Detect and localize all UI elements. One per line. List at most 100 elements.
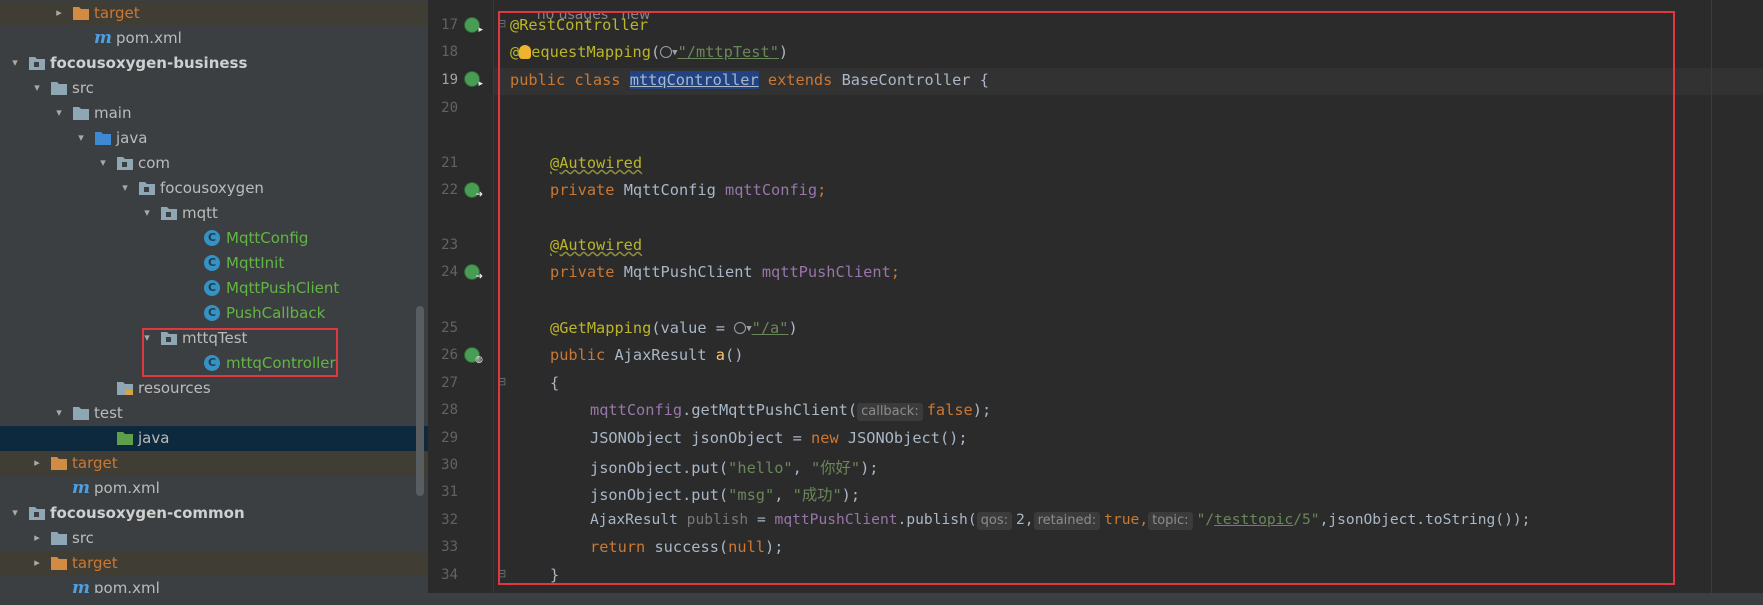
line-number: 29 — [441, 430, 458, 446]
fold-marker-icon[interactable]: ⊟ — [497, 568, 506, 579]
code-line-25: @GetMapping(value = ▼"/a") — [550, 319, 798, 337]
chevron-down-icon[interactable]: ▾ — [8, 504, 22, 522]
fold-marker-icon[interactable]: ⊟ — [497, 18, 506, 29]
tree-item[interactable]: java — [0, 426, 428, 451]
tree-item[interactable]: resources — [0, 376, 428, 401]
chevron-down-icon[interactable]: ▾ — [52, 104, 66, 122]
tree-item[interactable]: ▸ src — [0, 526, 428, 551]
spring-bean-gutter-icon[interactable]: ▸ — [464, 17, 483, 35]
tree-item-label: MqttInit — [226, 254, 285, 272]
parameter-hint: retained: — [1033, 512, 1101, 530]
tree-item[interactable]: ▾ src — [0, 76, 428, 101]
line-number: 33 — [441, 539, 458, 555]
line-number: 28 — [441, 402, 458, 418]
code-line-34: } — [550, 566, 560, 584]
class-name-selection[interactable]: mttqController — [629, 71, 759, 89]
excluded-folder-icon — [50, 455, 68, 471]
module-icon — [28, 55, 46, 71]
parameter-hint: qos: — [976, 512, 1012, 530]
tree-item[interactable]: ▾ mqtt — [0, 201, 428, 226]
tree-item[interactable]: m pom.xml — [0, 476, 428, 501]
class-icon: C — [204, 230, 220, 246]
maven-icon: m — [72, 478, 90, 498]
topic-link[interactable]: testtopic — [1214, 511, 1293, 528]
line-number: 23 — [441, 237, 458, 253]
tree-item[interactable]: C MqttInit — [0, 251, 428, 276]
line-number: 19 — [441, 72, 458, 88]
tree-item-label: pom.xml — [94, 479, 160, 497]
tree-item-label: com — [138, 154, 171, 172]
tree-item-label: mqtt — [182, 204, 218, 222]
chevron-down-icon[interactable]: ▾ — [52, 404, 66, 422]
tree-item-label: target — [72, 554, 118, 572]
tree-item[interactable]: ▸ target — [0, 551, 428, 576]
chevron-right-icon[interactable]: ▸ — [30, 529, 44, 547]
code-editor[interactable]: 17 18 19 20 21 22 23 24 25 26 27 28 29 3… — [428, 0, 1763, 605]
globe-icon[interactable] — [734, 322, 747, 334]
tree-item-label: java — [138, 429, 170, 447]
tree-item[interactable]: m pom.xml — [0, 26, 428, 51]
tree-item-label: focousoxygen-common — [50, 504, 245, 522]
tree-item[interactable]: ▾ com — [0, 151, 428, 176]
tree-scrollbar[interactable] — [416, 306, 424, 496]
package-icon — [160, 205, 178, 221]
parameter-hint: topic: — [1148, 512, 1193, 530]
code-line-32: AjaxResult publish = mqttPushClient.publ… — [590, 511, 1531, 530]
line-number: 31 — [441, 484, 458, 500]
tree-item[interactable]: C MqttPushClient — [0, 276, 428, 301]
line-number: 30 — [441, 457, 458, 473]
code-line-26: public AjaxResult a() — [550, 346, 744, 364]
tree-item-label: focousoxygen-business — [50, 54, 248, 72]
tree-item[interactable]: ▾ java — [0, 126, 428, 151]
code-line-24: private MqttPushClient mqttPushClient; — [550, 263, 900, 281]
chevron-down-icon[interactable]: ▾ — [74, 129, 88, 147]
code-line-33: return success(null); — [590, 538, 784, 556]
chevron-down-icon[interactable]: ▾ — [96, 154, 110, 172]
tree-item-label: focousoxygen — [160, 179, 264, 197]
source-folder-icon — [94, 130, 112, 146]
globe-icon[interactable] — [660, 46, 673, 58]
tree-item[interactable]: ▸ target — [0, 451, 428, 476]
tree-item-label: main — [94, 104, 132, 122]
tree-item[interactable]: C MqttConfig — [0, 226, 428, 251]
tree-item[interactable]: ▾ focousoxygen-common — [0, 501, 428, 526]
autowired-navigate-gutter-icon[interactable]: ➜ — [464, 182, 483, 200]
chevron-right-icon[interactable]: ▸ — [30, 554, 44, 572]
lightbulb-icon[interactable] — [519, 45, 532, 59]
autowired-navigate-gutter-icon[interactable]: ➜ — [464, 264, 483, 282]
tree-item-label: target — [94, 4, 140, 22]
tree-item[interactable]: ▸ target — [0, 1, 428, 26]
code-line-19: public class mttqController extends Base… — [510, 71, 989, 89]
code-line-29: JSONObject jsonObject = new JSONObject()… — [590, 429, 968, 447]
folder-icon — [50, 530, 68, 546]
chevron-down-icon[interactable]: ▾ — [118, 179, 132, 197]
class-icon: C — [204, 305, 220, 321]
tree-item[interactable]: C PushCallback — [0, 301, 428, 326]
code-line-28: mqttConfig.getMqttPushClient(callback: fa… — [590, 401, 992, 421]
tree-item[interactable]: ▾ focousoxygen-business — [0, 51, 428, 76]
code-line-18: @ equestMapping(▼"/mttpTest") — [510, 43, 789, 61]
tree-item-label: src — [72, 529, 94, 547]
parameter-hint: callback: — [857, 403, 923, 421]
spring-bean-gutter-icon[interactable]: ▸ — [464, 71, 483, 89]
endpoint-globe-gutter-icon[interactable]: ◍ — [464, 347, 483, 365]
line-number: 27 — [441, 375, 458, 391]
line-number: 32 — [441, 512, 458, 528]
tree-item[interactable]: ▾ test — [0, 401, 428, 426]
chevron-down-icon[interactable]: ▾ — [8, 54, 22, 72]
chevron-right-icon[interactable]: ▸ — [52, 4, 66, 22]
chevron-right-icon[interactable]: ▸ — [30, 454, 44, 472]
code-line-23: @Autowired — [550, 236, 643, 254]
line-number: 21 — [441, 155, 458, 171]
tree-item-label: src — [72, 79, 94, 97]
resources-folder-icon — [116, 380, 134, 396]
usage-hint[interactable] — [550, 292, 563, 308]
tree-item-label: MqttPushClient — [226, 279, 340, 297]
tree-item[interactable]: ▾ focousoxygen — [0, 176, 428, 201]
chevron-down-icon[interactable]: ▾ — [140, 204, 154, 222]
fold-marker-icon[interactable]: ⊟ — [497, 376, 506, 387]
gutter-divider — [493, 0, 494, 605]
line-number: 17 — [441, 17, 458, 33]
tree-item[interactable]: ▾ main — [0, 101, 428, 126]
chevron-down-icon[interactable]: ▾ — [30, 79, 44, 97]
